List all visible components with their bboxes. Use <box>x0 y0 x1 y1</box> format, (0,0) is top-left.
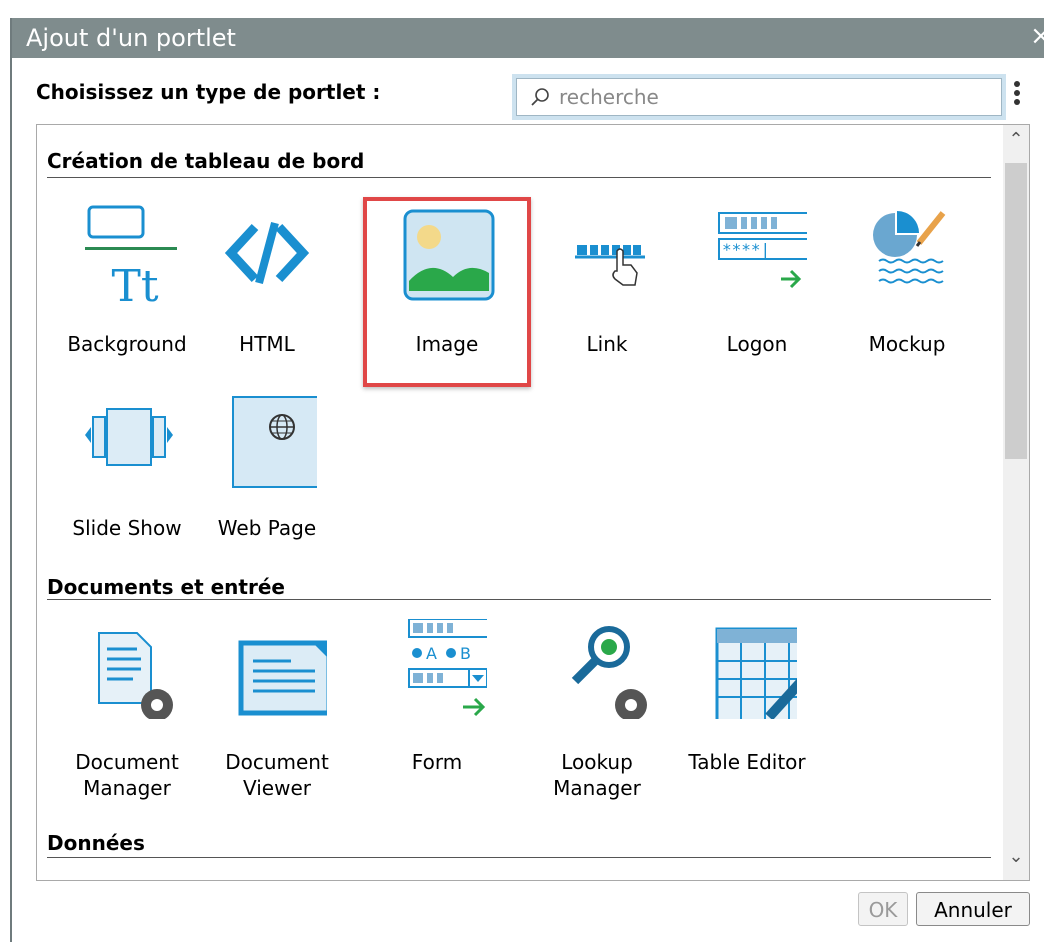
search-input[interactable] <box>557 81 1001 113</box>
slideshow-icon <box>85 408 173 466</box>
svg-text:A: A <box>426 644 437 663</box>
section-title: Données <box>47 831 145 855</box>
portlet-type-prompt: Choisissez un type de portlet : <box>36 80 381 104</box>
scroll-up-icon[interactable]: ⌃ <box>1003 129 1029 159</box>
portlet-label: Web Page <box>217 516 317 540</box>
more-options-icon[interactable] <box>1010 78 1024 114</box>
svg-text:****|: ****| <box>722 240 770 259</box>
document-viewer-icon <box>238 640 327 716</box>
portlet-label: Slide Show <box>72 516 182 540</box>
svg-text:Tt: Tt <box>111 261 158 303</box>
portlet-label: Background <box>67 332 187 356</box>
dialog-title: Ajout d'un portlet <box>26 24 236 52</box>
table-editor-icon <box>715 627 797 719</box>
form-icon: A B <box>408 619 487 717</box>
document-manager-icon <box>98 632 173 719</box>
svg-text:B: B <box>460 644 471 663</box>
portlet-list: Création de tableau de bord Tt Backgroun… <box>36 124 1030 881</box>
portlet-label: Table Editor <box>688 750 806 774</box>
mockup-icon <box>873 211 946 284</box>
scrollbar-thumb[interactable] <box>1005 163 1027 459</box>
section-divider <box>47 857 991 858</box>
ok-button[interactable]: OK <box>858 892 908 926</box>
section-title: Documents et entrée <box>47 575 285 599</box>
portlet-label: Logon <box>726 332 788 356</box>
section-divider <box>47 177 991 178</box>
search-icon <box>531 88 549 106</box>
cancel-button[interactable]: Annuler <box>916 892 1030 926</box>
portlet-label: Document Manager <box>75 750 179 800</box>
background-icon: Tt <box>85 205 177 303</box>
portlet-label: Document Viewer <box>225 750 329 800</box>
portlet-label: Lookup Manager <box>553 750 641 800</box>
portlet-label: Form <box>411 750 463 774</box>
portlet-label: HTML <box>239 332 295 356</box>
section-divider <box>47 599 991 600</box>
lookup-manager-icon <box>571 626 647 719</box>
globe-icon <box>232 396 317 488</box>
html-code-icon <box>224 221 310 285</box>
portlet-label: Mockup <box>868 332 946 356</box>
section-title: Création de tableau de bord <box>47 149 365 173</box>
logon-icon: ****| <box>718 212 807 289</box>
scrollbar[interactable]: ⌃ ⌄ <box>1003 125 1029 880</box>
portlet-label: Link <box>586 332 628 356</box>
selection-highlight <box>363 197 531 387</box>
scroll-down-icon[interactable]: ⌄ <box>1003 846 1029 876</box>
link-icon <box>575 245 645 286</box>
search-field <box>512 74 1006 120</box>
close-icon[interactable]: × <box>1030 23 1044 49</box>
